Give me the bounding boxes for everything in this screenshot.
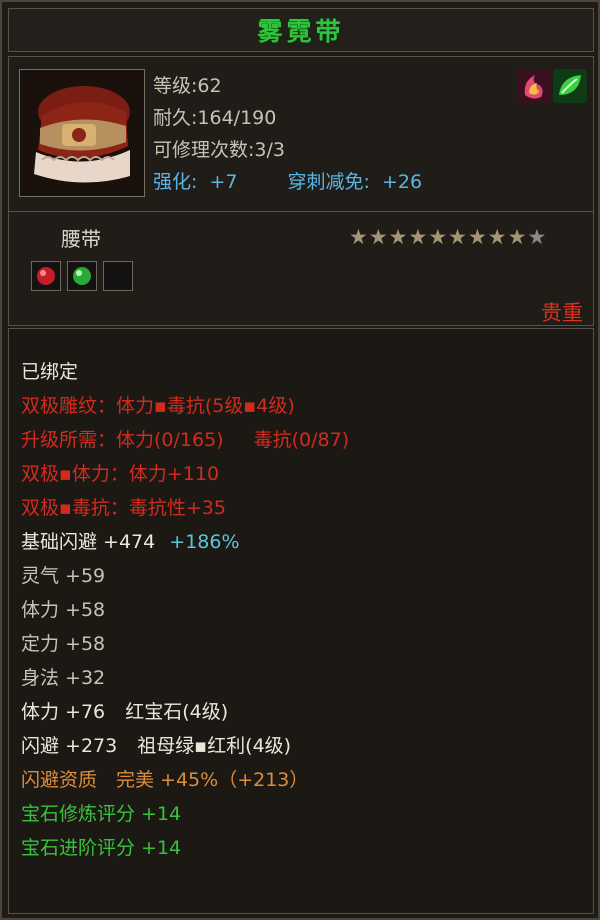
empty-gem-slot[interactable] xyxy=(103,261,133,291)
gem-body-value: 体力 +76 xyxy=(21,701,106,723)
set-icons xyxy=(517,69,587,103)
panel-divider xyxy=(9,211,593,212)
item-level: 等级:62 xyxy=(153,75,222,97)
attribute-panel: 已绑定 双极雕纹：体力▪毒抗(5级▪4级) 升级所需：体力(0/165) 毒抗(… xyxy=(8,328,594,914)
dodge-quality-line: 闪避资质 完美 +45%（+213） xyxy=(21,769,309,791)
enhance-label: 强化: xyxy=(153,171,198,193)
star-filled-icon: ★ xyxy=(467,225,487,249)
item-icon-frame xyxy=(19,69,145,197)
star-filled-icon: ★ xyxy=(448,225,467,249)
dual-body-line: 双极▪体力：体力+110 xyxy=(21,463,220,485)
enhance-value: +7 xyxy=(209,171,238,193)
green-gem-icon[interactable] xyxy=(67,261,97,291)
gem-refine-score: 宝石修炼评分 +14 xyxy=(21,803,182,825)
gem-dodge-line: 闪避 +273 祖母绿▪红利(4级) xyxy=(21,731,291,758)
focus-stat: 定力 +58 xyxy=(21,633,106,655)
enhance-stat: 强化: +7 穿刺减免: +26 xyxy=(153,167,422,194)
star-filled-icon: ★ xyxy=(487,225,507,249)
gem-body-line: 体力 +76 红宝石(4级) xyxy=(21,697,228,724)
gem-advance-score: 宝石进阶评分 +14 xyxy=(21,837,182,859)
star-empty-icon: ★ xyxy=(527,225,547,249)
red-gem-icon[interactable] xyxy=(31,261,61,291)
body-stat: 体力 +58 xyxy=(21,599,106,621)
star-filled-icon: ★ xyxy=(388,225,408,249)
item-quality: 贵重 xyxy=(541,301,583,325)
upgrade-need-line: 升级所需：体力(0/165) 毒抗(0/87) xyxy=(21,425,349,452)
leaf-set-icon[interactable] xyxy=(553,69,587,103)
star-filled-icon: ★ xyxy=(408,225,428,249)
star-rating: ★ ★ ★ ★ ★ ★ ★ ★ ★ ★ xyxy=(349,227,546,248)
spirit-stat: 灵气 +59 xyxy=(21,565,106,587)
item-title-bar: 雾霓带 xyxy=(8,8,594,52)
item-name: 雾霓带 xyxy=(257,17,345,46)
pierce-label: 穿刺减免: xyxy=(287,171,370,193)
item-tooltip: 雾霓带 等级:62 耐久:164/190 可修理次数:3/3 强化: +7 穿刺… xyxy=(0,0,600,920)
flame-set-icon[interactable] xyxy=(517,69,551,103)
dual-poison-line: 双极▪毒抗：毒抗性+35 xyxy=(21,497,226,519)
upgrade-need-body: 升级所需：体力(0/165) xyxy=(21,429,224,451)
belt-icon xyxy=(22,72,142,194)
star-filled-icon: ★ xyxy=(507,225,527,249)
agility-stat: 身法 +32 xyxy=(21,667,106,689)
item-category: 腰带 xyxy=(61,227,101,251)
base-dodge-percent: +186% xyxy=(169,531,240,553)
pierce-value: +26 xyxy=(381,171,423,193)
base-dodge-line: 基础闪避 +474 +186% xyxy=(21,527,240,554)
item-summary-panel: 等级:62 耐久:164/190 可修理次数:3/3 强化: +7 穿刺减免: … xyxy=(8,56,594,326)
base-dodge-value: 基础闪避 +474 xyxy=(21,531,156,553)
star-filled-icon: ★ xyxy=(428,225,448,249)
gem-body-name: 红宝石(4级) xyxy=(125,701,229,723)
star-filled-icon: ★ xyxy=(349,225,368,249)
gem-dodge-value: 闪避 +273 xyxy=(21,735,118,757)
gem-slots xyxy=(31,261,133,291)
upgrade-need-poison: 毒抗(0/87) xyxy=(253,429,350,451)
bound-status: 已绑定 xyxy=(21,361,79,383)
item-durability: 耐久:164/190 xyxy=(153,107,277,129)
dual-pattern-line: 双极雕纹：体力▪毒抗(5级▪4级) xyxy=(21,395,295,417)
item-repair-count: 可修理次数:3/3 xyxy=(153,139,285,161)
gem-dodge-name: 祖母绿▪红利(4级) xyxy=(137,735,292,757)
star-filled-icon: ★ xyxy=(368,225,388,249)
